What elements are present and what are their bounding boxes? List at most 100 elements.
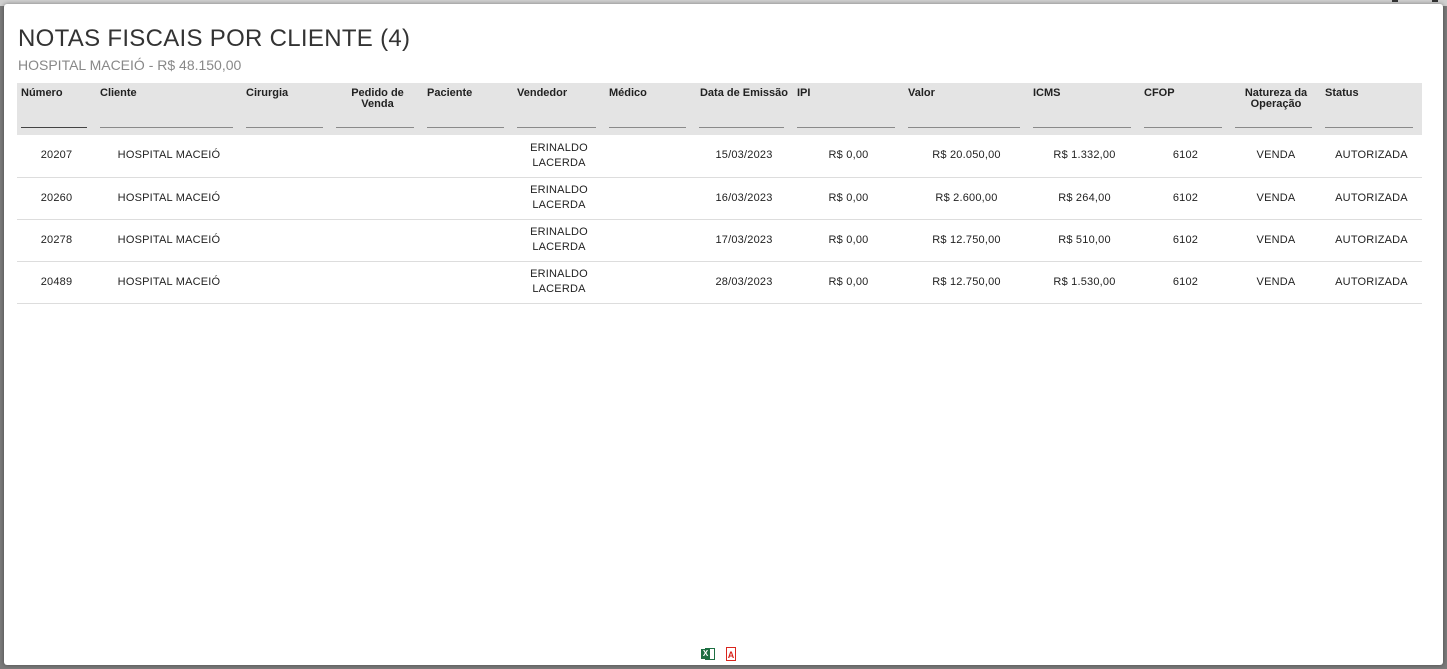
cell-medico [605,177,695,220]
cell-vendedor: ERINALDO LACERDA [513,177,605,220]
cell-paciente [423,135,513,178]
column-filter-input-status[interactable] [1325,127,1413,128]
column-header-pedido[interactable]: Pedido de Venda [332,83,423,135]
column-filter-input-cfop[interactable] [1144,127,1222,128]
export-toolbar: X A [701,647,738,661]
cell-natureza: VENDA [1231,177,1321,220]
column-header-label: Data de Emissão [699,87,789,99]
column-header-label: Médico [609,87,647,99]
column-header-icms[interactable]: ICMS [1029,83,1140,135]
background-icon [1392,0,1398,2]
column-header-status[interactable]: Status [1321,83,1422,135]
cell-valor: R$ 2.600,00 [904,177,1029,220]
column-header-ipi[interactable]: IPI [793,83,904,135]
column-header-cfop[interactable]: CFOP [1140,83,1231,135]
table-row[interactable]: 20489 HOSPITAL MACEIÓ ERINALDO LACERDA 28/0… [17,261,1422,304]
column-header-label: ICMS [1033,87,1061,99]
cell-cliente: HOSPITAL MACEIÓ [96,177,242,220]
cell-data: 16/03/2023 [695,177,793,220]
cell-cfop: 6102 [1140,261,1231,304]
cell-cirurgia [242,219,332,262]
cell-icms: R$ 510,00 [1029,219,1140,262]
cell-medico [605,135,695,178]
cell-status: AUTORIZADA [1321,177,1422,220]
cell-ipi: R$ 0,00 [793,261,904,304]
column-header-cliente[interactable]: Cliente [96,83,242,135]
cell-numero: 20278 [17,219,96,262]
column-header-label: Valor [908,87,935,99]
column-header-medico[interactable]: Médico [605,83,695,135]
column-filter-input-cirurgia[interactable] [246,127,323,128]
cell-icms: R$ 1.332,00 [1029,135,1140,178]
cell-data: 15/03/2023 [695,135,793,178]
cell-data: 28/03/2023 [695,261,793,304]
cell-medico [605,219,695,262]
table-row[interactable]: 20260 HOSPITAL MACEIÓ ERINALDO LACERDA 16/0… [17,177,1422,220]
cell-pedido [332,135,423,178]
cell-pedido [332,261,423,304]
column-filter-input-natureza[interactable] [1235,127,1312,128]
cell-valor: R$ 12.750,00 [904,261,1029,304]
column-filter-input-valor[interactable] [908,127,1020,128]
cell-natureza: VENDA [1231,261,1321,304]
column-filter-input-data[interactable] [699,127,784,128]
cell-cirurgia [242,135,332,178]
cell-cliente: HOSPITAL MACEIÓ [96,135,242,178]
invoices-table: Número Cliente Cirurgia Pedido de Venda Paci… [17,83,1422,304]
column-header-label: IPI [797,87,811,99]
column-header-label: Status [1325,87,1359,99]
cell-cliente: HOSPITAL MACEIÓ [96,219,242,262]
cell-cliente: HOSPITAL MACEIÓ [96,261,242,304]
column-filter-input-numero[interactable] [21,127,87,128]
cell-cfop: 6102 [1140,177,1231,220]
cell-paciente [423,219,513,262]
column-header-paciente[interactable]: Paciente [423,83,513,135]
cell-ipi: R$ 0,00 [793,135,904,178]
background-icon [1432,0,1438,2]
cell-paciente [423,177,513,220]
column-filter-input-ipi[interactable] [797,127,895,128]
table-header-row: Número Cliente Cirurgia Pedido de Venda Paci… [17,83,1422,135]
column-header-label: Cirurgia [246,87,289,99]
column-header-numero[interactable]: Número [17,83,96,135]
cell-valor: R$ 20.050,00 [904,135,1029,178]
cell-medico [605,261,695,304]
column-filter-input-paciente[interactable] [427,127,504,128]
cell-status: AUTORIZADA [1321,219,1422,262]
cell-pedido [332,219,423,262]
cell-data: 17/03/2023 [695,219,793,262]
column-header-label: Cliente [100,87,137,99]
cell-icms: R$ 1.530,00 [1029,261,1140,304]
column-header-vendedor[interactable]: Vendedor [513,83,605,135]
modal-title: NOTAS FISCAIS POR CLIENTE (4) [18,25,411,52]
column-header-label: Paciente [427,87,473,99]
cell-natureza: VENDA [1231,219,1321,262]
cell-numero: 20489 [17,261,96,304]
pdf-icon[interactable]: A [724,647,738,661]
column-header-data[interactable]: Data de Emissão [695,83,793,135]
cell-cfop: 6102 [1140,135,1231,178]
column-filter-input-pedido[interactable] [336,127,414,128]
column-filter-input-medico[interactable] [609,127,686,128]
cell-paciente [423,261,513,304]
cell-vendedor: ERINALDO LACERDA [513,219,605,262]
column-header-label: Natureza da Operação [1244,87,1308,110]
column-header-label: CFOP [1144,87,1175,99]
column-filter-input-cliente[interactable] [100,127,233,128]
column-header-natureza[interactable]: Natureza da Operação [1231,83,1321,135]
column-header-valor[interactable]: Valor [904,83,1029,135]
excel-icon[interactable]: X [701,647,715,661]
column-filter-input-vendedor[interactable] [517,127,596,128]
table-row[interactable]: 20207 HOSPITAL MACEIÓ ERINALDO LACERDA 15/0… [17,135,1422,178]
cell-status: AUTORIZADA [1321,261,1422,304]
cell-vendedor: ERINALDO LACERDA [513,261,605,304]
column-header-cirurgia[interactable]: Cirurgia [242,83,332,135]
column-header-label: Vendedor [517,87,568,99]
cell-icms: R$ 264,00 [1029,177,1140,220]
cell-numero: 20260 [17,177,96,220]
table-row[interactable]: 20278 HOSPITAL MACEIÓ ERINALDO LACERDA 17/0… [17,219,1422,262]
column-filter-input-icms[interactable] [1033,127,1131,128]
invoices-modal: NOTAS FISCAIS POR CLIENTE (4) HOSPITAL M… [4,4,1443,665]
cell-natureza: VENDA [1231,135,1321,178]
cell-cirurgia [242,177,332,220]
